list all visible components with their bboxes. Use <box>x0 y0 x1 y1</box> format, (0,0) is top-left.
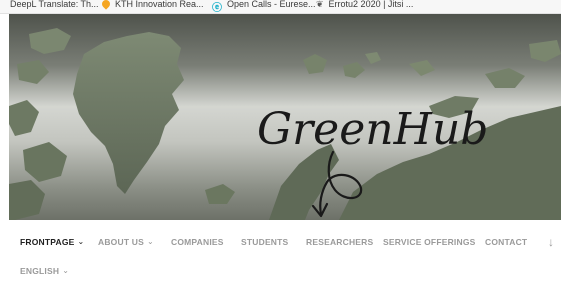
nav-item-label: RESEARCHERS <box>306 237 374 247</box>
arrow-down-icon[interactable]: ↓ <box>548 235 554 249</box>
main-navigation: FRONTPAGE ⌄ ABOUT US ⌄ COMPANIES STUDENT… <box>0 220 561 291</box>
chevron-down-icon: ⌄ <box>62 265 70 275</box>
nav-item-label: FRONTPAGE <box>20 237 75 247</box>
greenhub-logo-text: GreenHub <box>257 104 488 155</box>
wave-icon: ⓔ <box>212 3 222 14</box>
nav-item-label: STUDENTS <box>241 237 289 247</box>
jitsi-icon: ❦ <box>316 0 324 9</box>
nav-item-companies[interactable]: COMPANIES <box>171 237 224 247</box>
nav-item-label: ABOUT US <box>98 237 144 247</box>
nav-item-label: CONTACT <box>485 237 528 247</box>
bookmark-label: DeepL Translate: Th... <box>10 0 99 9</box>
chevron-down-icon: ⌄ <box>147 236 154 246</box>
hero-map-image: GreenHub <box>9 14 561 220</box>
nav-item-label: SERVICE OFFERINGS <box>383 237 476 247</box>
bookmark-deepl[interactable]: DeepL Translate: Th... <box>10 0 99 11</box>
bookmark-jitsi[interactable]: ❦ Errotu2 2020 | Jitsi ... <box>316 0 413 11</box>
chevron-down-icon: ⌄ <box>77 236 85 246</box>
bookmark-label: KTH Innovation Rea... <box>115 0 204 9</box>
bookmark-kth-innovation[interactable]: KTH Innovation Rea... <box>100 0 204 11</box>
bookmark-open-calls[interactable]: ⓔ Open Calls - Eurese... <box>212 0 316 14</box>
nav-item-label: COMPANIES <box>171 237 224 247</box>
nav-item-researchers[interactable]: RESEARCHERS <box>306 237 373 247</box>
nav-item-service-offerings[interactable]: SERVICE OFFERINGS <box>383 237 476 247</box>
bookmark-label: Errotu2 2020 | Jitsi ... <box>328 0 414 9</box>
nav-item-about-us[interactable]: ABOUT US ⌄ <box>98 236 154 248</box>
hero-banner: GreenHub <box>9 14 561 220</box>
nav-item-english[interactable]: ENGLISH ⌄ <box>20 265 70 277</box>
flame-icon <box>100 0 112 10</box>
nav-item-frontpage[interactable]: FRONTPAGE ⌄ <box>20 236 85 248</box>
bookmark-label: Open Calls - Eurese... <box>227 0 316 9</box>
nav-item-students[interactable]: STUDENTS <box>241 237 288 247</box>
bookmarks-bar: DeepL Translate: Th... KTH Innovation Re… <box>0 0 561 14</box>
nav-item-contact[interactable]: CONTACT <box>485 237 527 247</box>
nav-item-label: ENGLISH <box>20 266 60 276</box>
